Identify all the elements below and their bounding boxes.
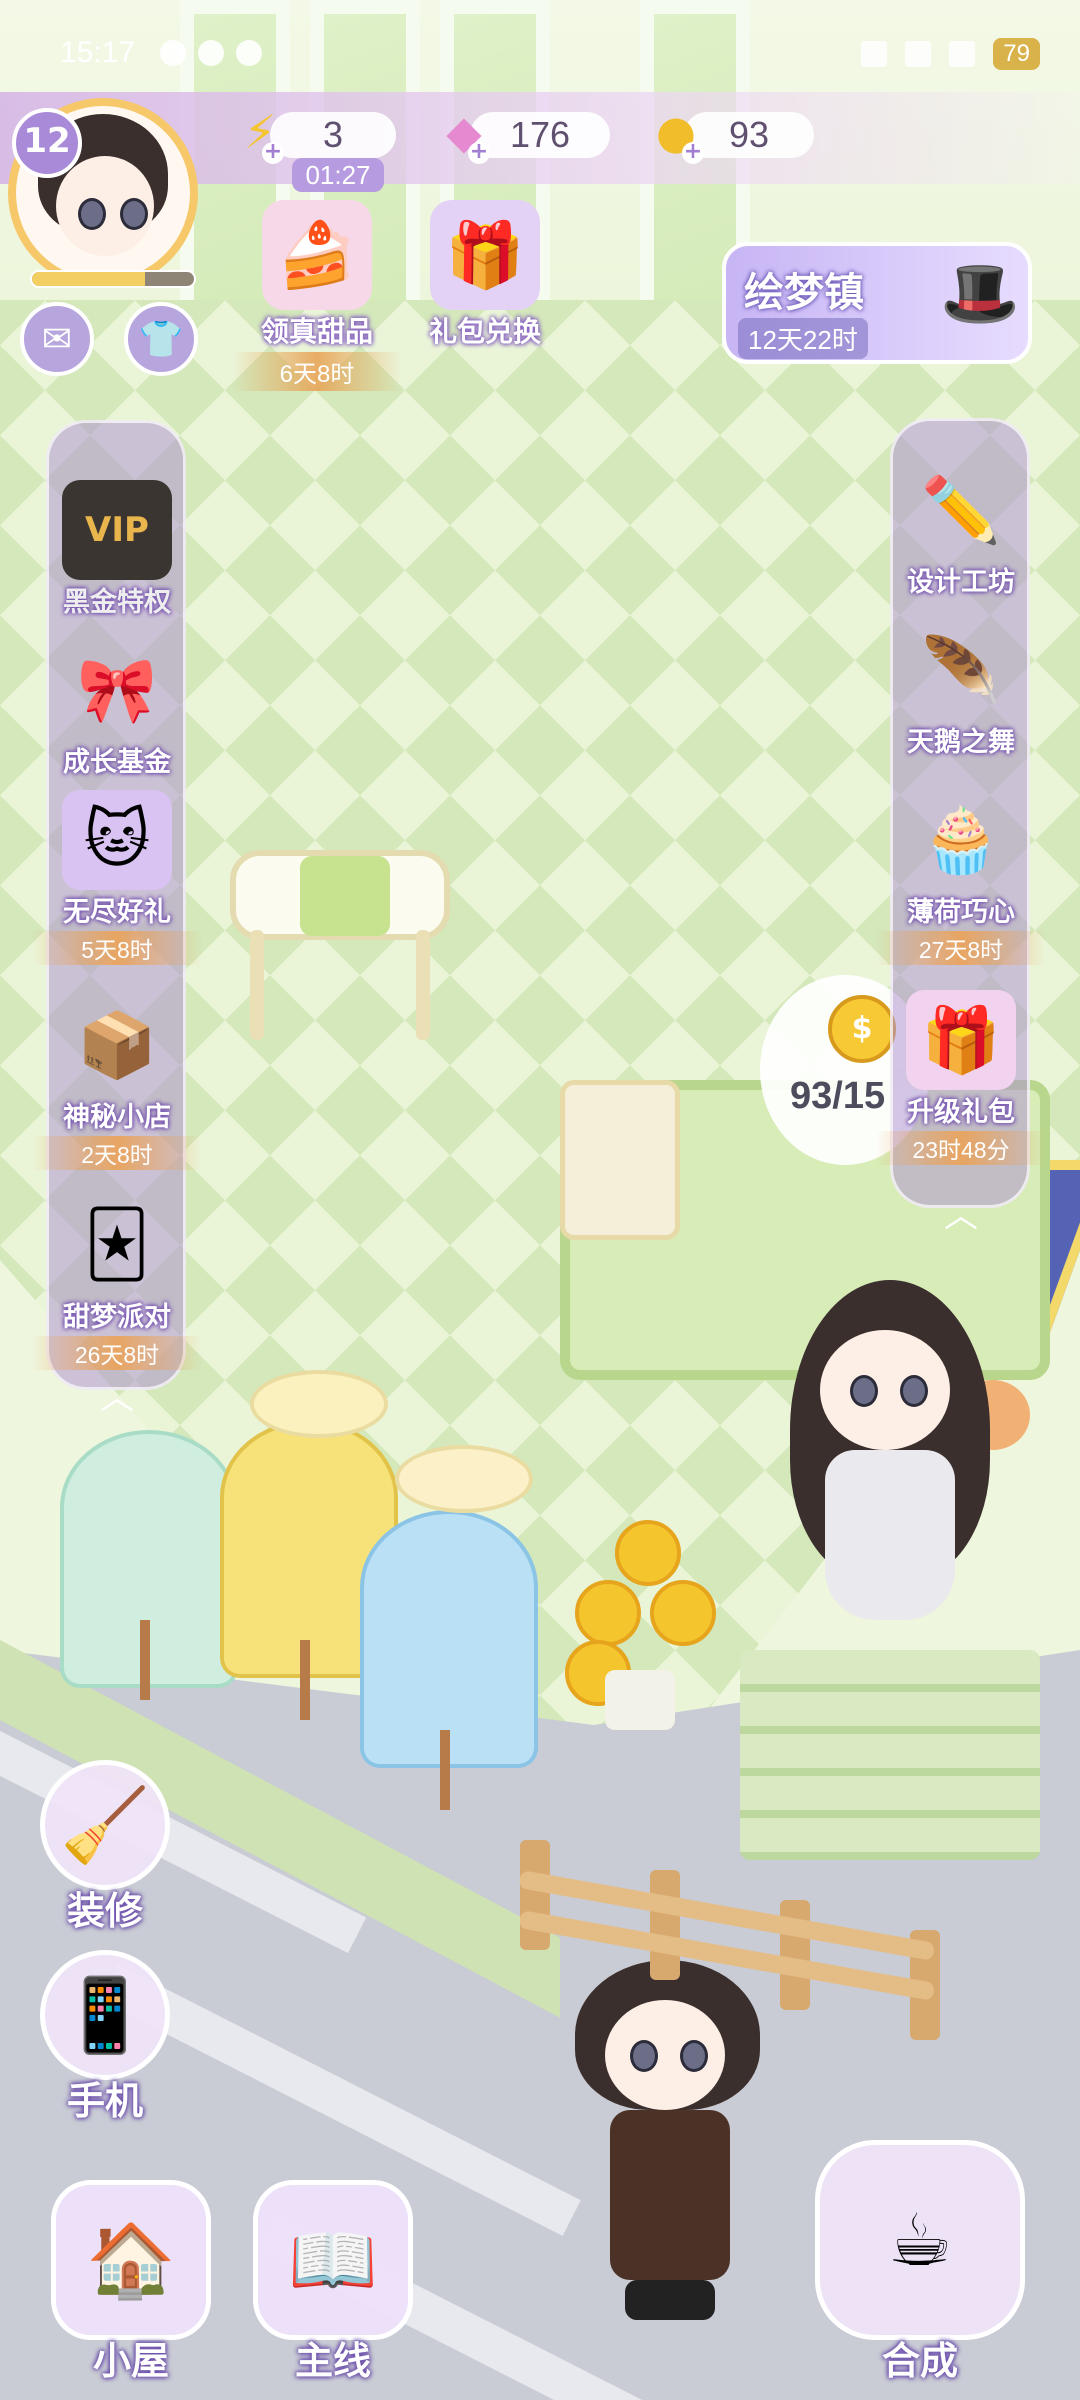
entrance-stairs[interactable] (740, 1650, 1040, 1860)
event-gift-exchange[interactable]: 🎁 礼包兑换 (400, 200, 570, 350)
phone-button[interactable]: 📱 手机 (30, 1950, 180, 2125)
yellow-roses-plant[interactable] (565, 1510, 716, 1740)
gem-value: 176 (509, 114, 571, 155)
straw-hat (395, 1445, 533, 1513)
ruler-pencil-icon: ✏️ (921, 473, 1001, 548)
mail-button[interactable]: ✉ (20, 302, 94, 376)
phone-icon: 📱 (40, 1950, 170, 2080)
feather-icon: 🪶 (921, 633, 1001, 708)
add-energy-button[interactable]: + (262, 141, 284, 164)
customer-girl[interactable] (780, 1280, 1010, 1660)
activity-design-workshop[interactable]: ✏️ 设计工坊 (876, 460, 1046, 599)
merge-button[interactable]: ☕ 合成 (810, 2140, 1030, 2385)
shop-box-icon: 📦 (77, 1008, 157, 1083)
wardrobe-button[interactable]: 👕 (124, 302, 198, 376)
clock: 15:17 (60, 36, 136, 69)
dessert-icon: 🍰 (262, 200, 372, 310)
status-bar: 15:17 79 (0, 0, 1080, 88)
story-button[interactable]: 📖 主线 (248, 2180, 418, 2385)
gift-chest-icon: 🎀 (77, 653, 157, 728)
decorate-button[interactable]: 🧹 装修 (30, 1760, 180, 1935)
energy-value: 3 (322, 114, 344, 155)
notification-icon (198, 40, 224, 66)
activity-mint-choco[interactable]: 🧁 薄荷巧心 27天8时 (876, 790, 1046, 965)
activity-mystery-shop[interactable]: 📦 神秘小店 2天8时 (32, 995, 202, 1170)
brush-icon: 🧹 (40, 1760, 170, 1890)
activity-endless-gift[interactable]: 🐱 无尽好礼 5天8时 (32, 790, 202, 965)
notification-icon (160, 40, 186, 66)
signal-icon (905, 41, 932, 67)
coin-value: 93 (728, 114, 770, 155)
wizard-hat-icon: 🎩 (940, 257, 1020, 331)
wifi-icon (949, 41, 976, 67)
cat-gift-icon: 🐱 (62, 790, 172, 890)
activity-growth-fund[interactable]: 🎀 成长基金 (32, 640, 202, 779)
yellow-hat (250, 1370, 388, 1438)
collapse-left-panel-chevron-up-icon[interactable]: ︿ (94, 1378, 140, 1418)
bench-furniture[interactable] (230, 850, 450, 1050)
add-gems-button[interactable]: + (468, 141, 490, 164)
coffee-machine[interactable] (560, 1080, 680, 1240)
vibrate-icon (861, 41, 888, 67)
activity-sweet-party[interactable]: 🃏 甜梦派对 26天8时 (32, 1195, 202, 1370)
event-dessert[interactable]: 🍰 领真甜品 6天8时 (232, 200, 402, 391)
dream-town-banner[interactable]: 绘梦镇 12天22时 🎩 (722, 242, 1032, 364)
book-icon: 📖 (253, 2180, 413, 2340)
xp-progress-bar (30, 270, 196, 288)
energy-timer: 01:27 (292, 158, 384, 192)
envelope-icon: ✉ (41, 318, 73, 360)
wooden-fence (518, 1840, 940, 2040)
activity-black-gold[interactable]: VIP 黑金特权 (32, 480, 202, 619)
vip-card-icon: VIP (62, 480, 172, 580)
house-button[interactable]: 🏠 小屋 (46, 2180, 216, 2385)
teacup-icon: ☕ (815, 2140, 1025, 2340)
cake-icon: 🧁 (921, 803, 1001, 878)
battery-icon: 79 (993, 38, 1040, 70)
house-icon: 🏠 (51, 2180, 211, 2340)
add-coins-button[interactable]: + (682, 141, 704, 164)
collapse-right-panel-chevron-up-icon[interactable]: ︿ (938, 1196, 984, 1236)
energy-counter[interactable]: 3 (270, 112, 396, 158)
gift-box-icon: 🎁 (430, 200, 540, 310)
shopkeeper-boy[interactable] (570, 1960, 770, 2320)
player-level-badge: 12 (12, 108, 82, 178)
cards-icon: 🃏 (84, 1208, 150, 1282)
activity-swan-dance[interactable]: 🪶 天鹅之舞 (876, 620, 1046, 759)
activity-upgrade-pack[interactable]: 🎁 升级礼包 23时48分 (876, 990, 1046, 1165)
shirt-icon: 👕 (138, 319, 184, 360)
message-icon (236, 40, 262, 66)
upgrade-gift-icon: 🎁 (906, 990, 1016, 1090)
order-progress-text: 93/15 (790, 1075, 886, 1117)
